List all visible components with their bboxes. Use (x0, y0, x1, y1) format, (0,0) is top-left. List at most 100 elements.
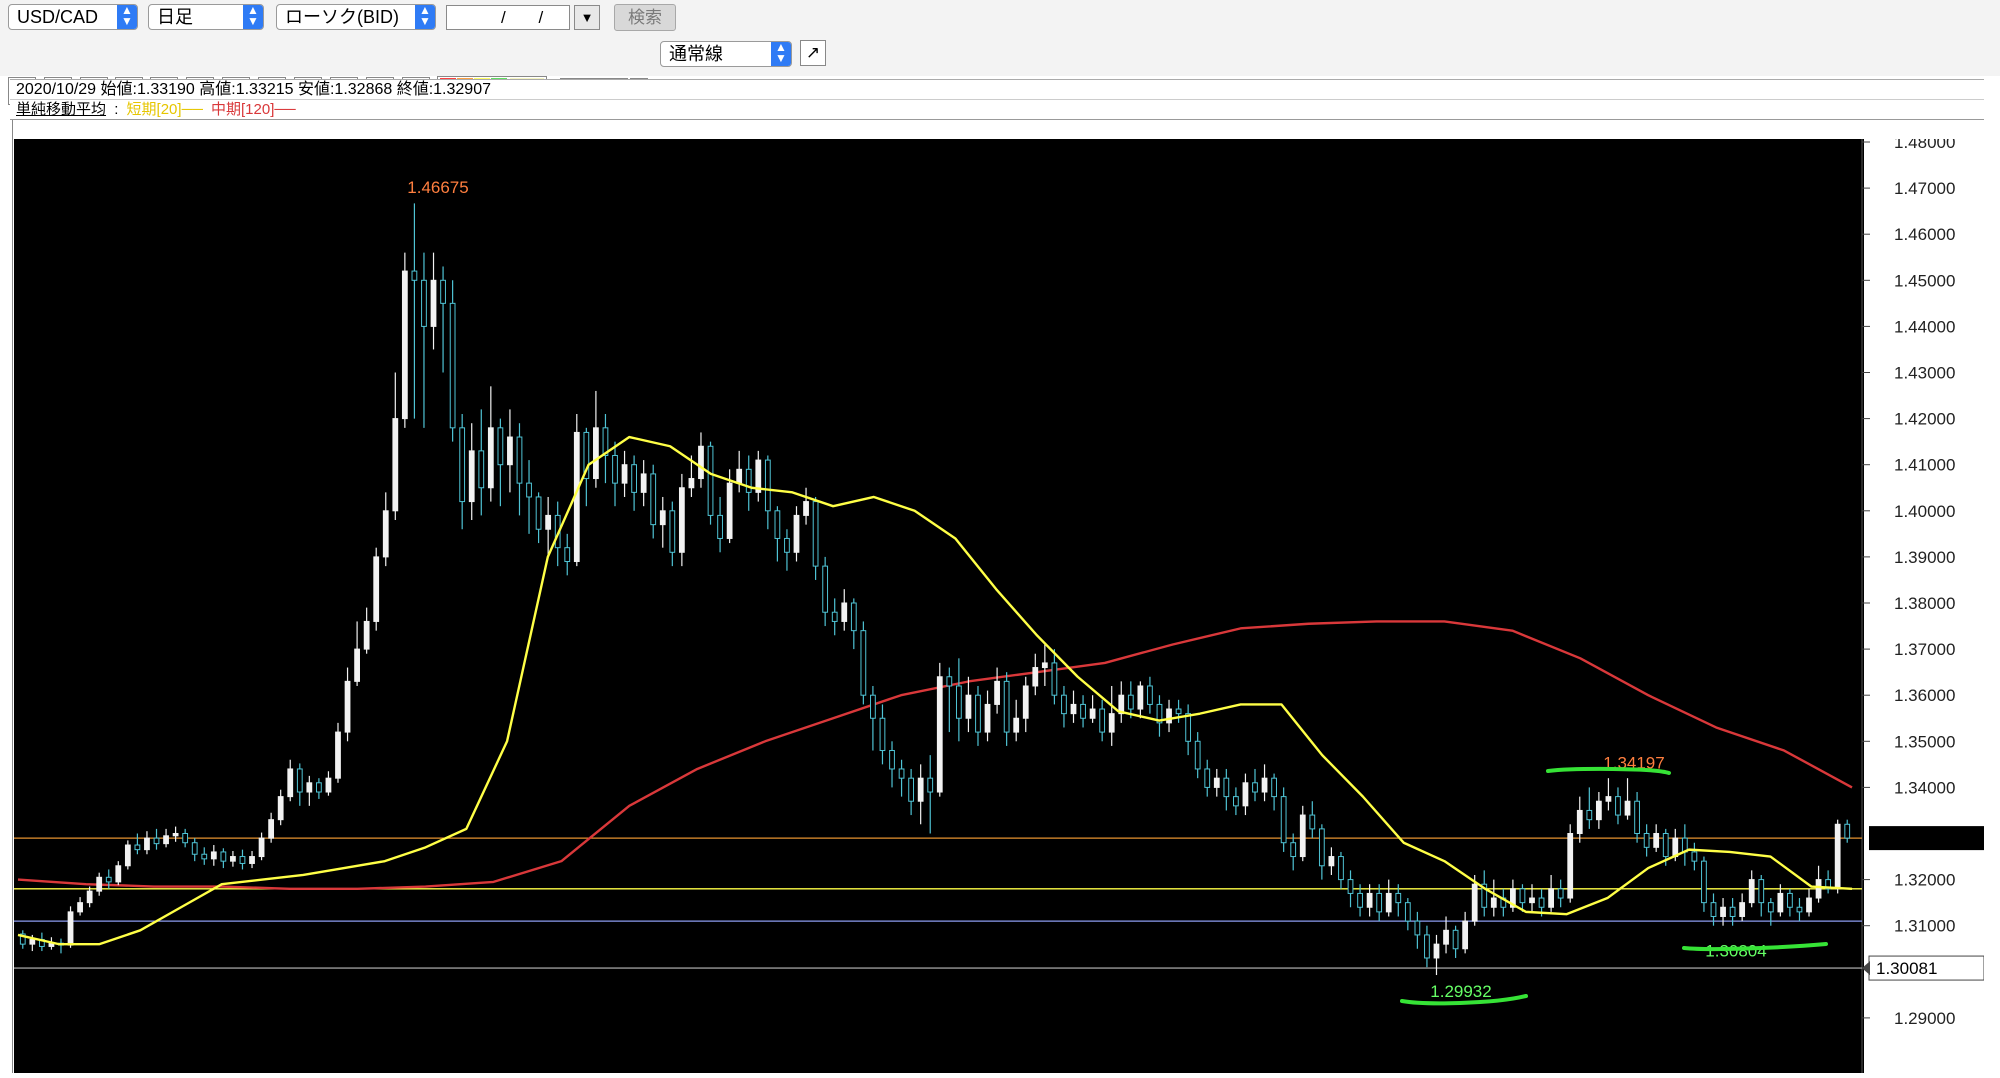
y-tick-label: 1.29000 (1894, 1009, 1955, 1028)
y-tick-label: 1.46000 (1894, 225, 1955, 244)
candle-body (1787, 892, 1793, 908)
candle-body (745, 468, 752, 493)
chart-svg: 1.30081 1.48000 1.47000 1.46000 1.45000 1.44… (14, 133, 1985, 1073)
candle-body (1815, 879, 1822, 899)
candle-body (927, 777, 934, 793)
candle-body (1834, 823, 1841, 890)
candle-body (1318, 828, 1325, 867)
candle-body (764, 459, 771, 512)
candle-body (678, 487, 685, 553)
date-dropdown-button[interactable]: ▼ (574, 5, 600, 30)
candle-body (1013, 717, 1020, 733)
y-tick-label: 1.40000 (1894, 502, 1955, 521)
candle-body (1414, 920, 1421, 936)
candle-body (1471, 883, 1478, 922)
candle-body (1175, 708, 1182, 715)
chevron-updown-icon: ▲ ▼ (771, 41, 791, 66)
candle-body (507, 436, 513, 466)
y-tick-label: 1.45000 (1894, 271, 1955, 290)
candle-body (1022, 685, 1029, 719)
ma-legend-title[interactable]: 単純移動平均 (16, 101, 106, 118)
chart-kind-select[interactable]: ローソク(BID) ▲ ▼ (276, 4, 436, 30)
candle-body (612, 454, 618, 484)
candle-body (812, 501, 819, 567)
candle-body (793, 514, 800, 553)
candle-body (1452, 929, 1459, 950)
candle-body (1223, 777, 1230, 798)
candle-body (1433, 943, 1440, 959)
candle-body (688, 478, 695, 489)
candle-body (1767, 902, 1774, 913)
timeframe-select[interactable]: 日足 ▲ ▼ (148, 4, 264, 30)
candle-body (726, 482, 733, 539)
candle-body (487, 427, 494, 489)
candle-body (965, 694, 972, 719)
chevron-updown-icon: ▲ ▼ (415, 4, 435, 29)
top-toolbar: USD/CAD ▲ ▼ 日足 ▲ ▼ ローソク(BID) ▲ ▼ / / ▼ 検索 (0, 0, 2000, 36)
candle-body (1051, 662, 1058, 696)
candle-body (1557, 888, 1564, 899)
candle-body (1595, 800, 1602, 821)
candle-body (1357, 892, 1363, 908)
candle-body (1395, 892, 1402, 904)
candle-body (1519, 888, 1526, 904)
search-button[interactable]: 検索 (614, 4, 676, 31)
candle-body (459, 427, 466, 503)
candle-body (421, 279, 427, 327)
candle-body (478, 450, 485, 489)
candle-body (1261, 777, 1268, 793)
candle-body (354, 648, 360, 682)
y-tick-label: 1.44000 (1894, 317, 1955, 336)
chevron-updown-icon: ▲ ▼ (243, 4, 263, 29)
candle-body (29, 939, 36, 945)
candle-body (1376, 892, 1383, 913)
candle-body (220, 851, 227, 862)
line-style-select-value: 通常線 (669, 44, 723, 64)
price-chart[interactable]: 1.30081 1.48000 1.47000 1.46000 1.45000 1.44… (14, 133, 1985, 1073)
candle-body (1443, 929, 1449, 945)
ma-legend-sep: : (114, 101, 119, 118)
y-tick-label: 1.47000 (1894, 179, 1955, 198)
candle-body (774, 510, 781, 539)
popout-icon[interactable]: ↗ (800, 40, 826, 66)
candle-body (153, 837, 160, 845)
candle-body (1061, 694, 1067, 715)
date-input[interactable]: / / (446, 5, 570, 30)
candle-body (144, 837, 150, 851)
candle-body (1204, 768, 1211, 788)
candle-body (736, 468, 743, 484)
candle-body (1462, 920, 1469, 950)
candle-body (239, 856, 246, 864)
candle-body (1777, 892, 1784, 913)
candle-body (296, 768, 303, 793)
y-tick-label: 1.39000 (1894, 548, 1955, 567)
candle-body (124, 844, 131, 867)
left-scroll-strip[interactable] (0, 120, 13, 1073)
orange-line-price-box (1869, 826, 1984, 851)
candle-body (1127, 694, 1134, 710)
candle-body (1041, 662, 1048, 669)
pair-select[interactable]: USD/CAD ▲ ▼ (8, 4, 138, 30)
y-tick-label: 1.48000 (1894, 139, 1955, 152)
current-price-label: 1.30081 (1876, 959, 1937, 978)
candle-body (1844, 823, 1851, 839)
candle-body (1710, 902, 1717, 917)
candle-body (564, 547, 571, 563)
candle-body (268, 819, 275, 839)
candle-body (77, 902, 83, 913)
candle-body (363, 620, 370, 650)
candle-body (1271, 777, 1277, 798)
line-style-select[interactable]: 通常線 ▲ ▼ (660, 41, 792, 67)
candle-body (306, 782, 313, 793)
candle-body (1003, 680, 1010, 733)
candle-body (1194, 740, 1201, 770)
candle-body (1748, 879, 1755, 904)
candle-body (134, 844, 141, 851)
candle-body (86, 890, 93, 904)
candle-body (411, 270, 418, 281)
y-tick-label: 1.41000 (1894, 456, 1955, 475)
candle-body (917, 777, 924, 802)
y-tick-label: 1.35000 (1894, 732, 1955, 751)
candle-body (373, 556, 380, 622)
y-tick-label: 1.38000 (1894, 594, 1955, 613)
